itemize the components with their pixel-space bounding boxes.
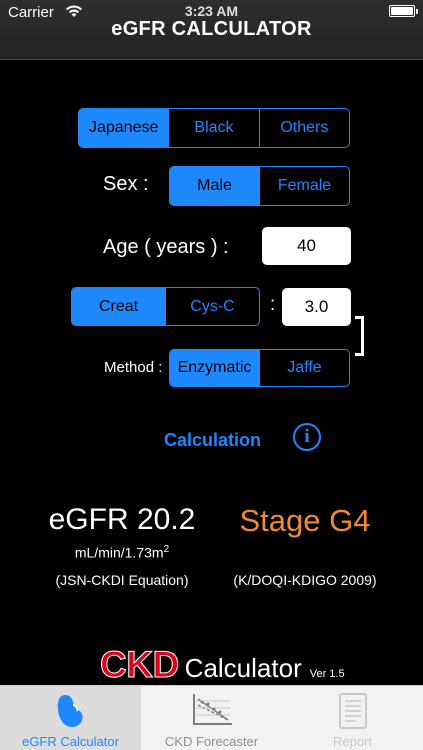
report-icon — [338, 693, 367, 729]
tab-ckd-forecaster[interactable]: CKD Forecaster — [141, 686, 282, 750]
method-label: Method : — [104, 359, 163, 376]
sex-segmented-control: Male Female — [169, 166, 350, 206]
marker-colon: : — [270, 294, 276, 315]
battery-icon — [389, 5, 418, 17]
age-label: Age ( years ) : — [103, 236, 229, 258]
app-version: Ver 1.5 — [309, 668, 345, 680]
tab-egfr-calculator[interactable]: eGFR Calculator — [0, 686, 141, 750]
ckd-stage-result: Stage G4 — [239, 503, 371, 538]
logo-calculator: Calculator — [184, 653, 302, 683]
kidney-icon — [57, 695, 83, 727]
equation-label: (JSN-CKDI Equation) — [55, 572, 189, 588]
guideline-label: (K/DOQI-KDIGO 2009) — [233, 572, 377, 588]
sex-label: Sex : — [103, 173, 149, 195]
marker-value-input[interactable]: 3.0 — [282, 288, 351, 326]
tab-ckd-forecaster-label: CKD Forecaster — [164, 734, 259, 749]
sex-option-male[interactable]: Male — [170, 167, 259, 205]
page-title: eGFR CALCULATOR — [111, 18, 312, 40]
method-option-enzymatic[interactable]: Enzymatic — [170, 350, 259, 386]
sex-option-female[interactable]: Female — [259, 167, 349, 205]
marker-option-creat[interactable]: Creat — [72, 288, 165, 325]
race-option-japanese[interactable]: Japanese — [79, 109, 169, 147]
egfr-unit-exponent: 2 — [163, 544, 170, 555]
race-option-black[interactable]: Black — [168, 109, 258, 147]
age-input[interactable]: 40 — [262, 227, 351, 265]
calculation-button[interactable]: Calculation — [155, 430, 270, 454]
info-icon[interactable]: i — [293, 423, 321, 451]
race-segmented-control: Japanese Black Others — [78, 108, 350, 148]
race-option-others[interactable]: Others — [258, 109, 349, 147]
method-segmented-control: Enzymatic Jaffe — [169, 349, 350, 387]
method-option-jaffe[interactable]: Jaffe — [259, 350, 349, 386]
bracket-decoration — [355, 316, 364, 356]
tab-report[interactable]: Report — [282, 686, 423, 750]
egfr-unit: mL/min/1.73m2 — [22, 544, 222, 561]
app-logo: CKD Calculator Ver 1.5 — [100, 644, 345, 688]
chart-icon — [192, 694, 232, 725]
tab-report-label: Report — [332, 734, 373, 749]
logo-ckd: CKD — [100, 644, 180, 686]
egfr-unit-text: mL/min/1.73m — [74, 544, 164, 561]
egfr-result: eGFR 20.2 — [48, 503, 196, 536]
marker-segmented-control: Creat Cys-C — [71, 287, 260, 326]
marker-option-cysc[interactable]: Cys-C — [165, 288, 259, 325]
tab-egfr-calculator-label: eGFR Calculator — [22, 734, 119, 749]
status-time: 3:23 AM — [184, 3, 239, 19]
tab-bar: eGFR Calculator CKD Forecaster Report — [0, 685, 423, 750]
navigation-bar: Carrier 3:23 AM eGFR CALCULATOR — [0, 0, 423, 60]
